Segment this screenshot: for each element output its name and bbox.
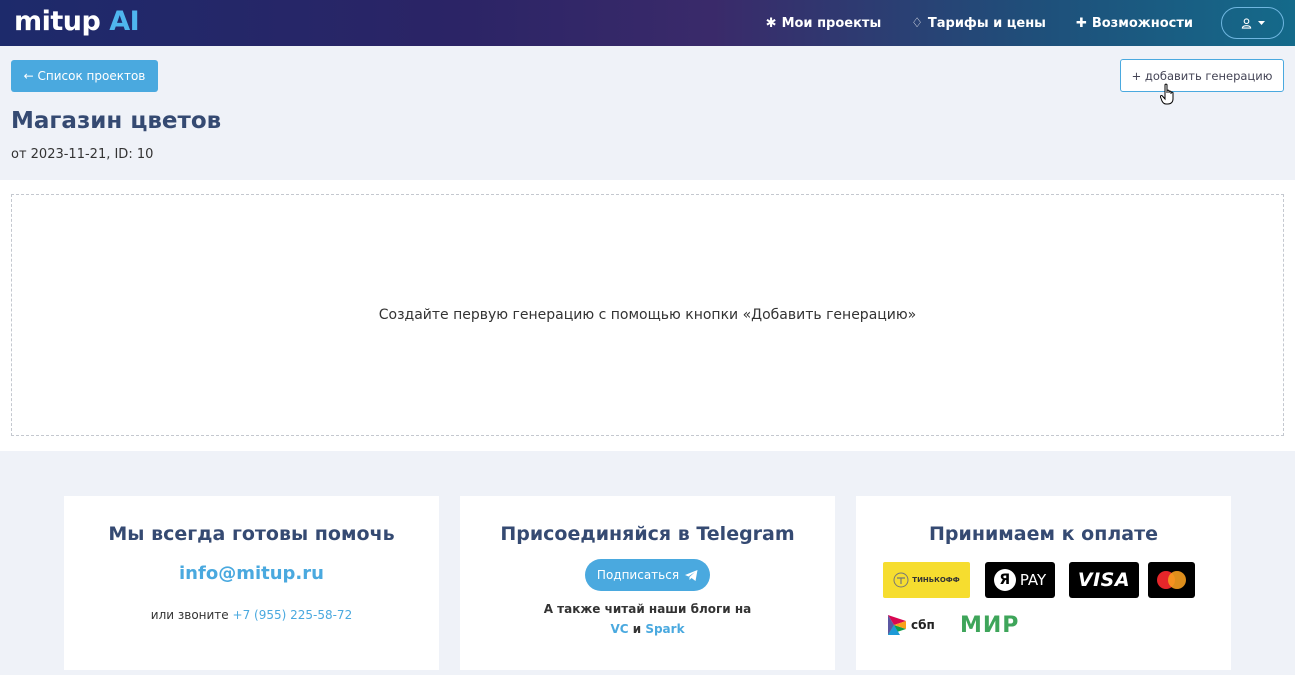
nav-features-label: Возможности <box>1091 15 1193 31</box>
user-icon <box>1241 17 1251 29</box>
subscribe-label: Подписаться <box>596 568 680 582</box>
support-email-link[interactable]: info@mitup.ru <box>64 563 439 584</box>
phone-line: или звоните +7 (955) 225-58-72 <box>64 608 439 622</box>
telegram-icon <box>685 569 698 581</box>
page-title: Магазин цветов <box>11 108 222 134</box>
blogs-prefix: А также читай наши блоги на <box>543 602 752 616</box>
blogs-text: А также читай наши блоги на VC и Spark <box>460 599 835 639</box>
tinkoff-emblem-icon <box>893 572 909 588</box>
subscribe-button[interactable]: Подписаться <box>584 559 711 591</box>
payment-card: Принимаем к оплате ТИНЬКОФФ Я PAY VISA с… <box>856 496 1231 670</box>
call-prefix: или звоните <box>150 608 229 622</box>
back-to-projects-button[interactable]: ← Список проектов <box>11 60 158 92</box>
caret-down-icon <box>1257 21 1265 25</box>
empty-state-text: Создайте первую генерацию с помощью кноп… <box>378 307 917 323</box>
logo-ai: AI <box>109 6 140 37</box>
logo[interactable]: mitup AI <box>14 6 140 37</box>
visa-logo: VISA <box>1069 562 1139 598</box>
add-generation-button[interactable]: + добавить генерацию <box>1120 59 1284 92</box>
mastercard-logo <box>1148 562 1195 598</box>
user-menu-button[interactable] <box>1221 7 1284 39</box>
phone-link[interactable]: +7 (955) 225-58-72 <box>233 608 353 622</box>
yandex-pay-label: PAY <box>1019 571 1047 589</box>
vc-link[interactable]: VC <box>610 622 628 636</box>
nav-my-projects-label: Мои проекты <box>781 15 882 31</box>
diamond-icon: ♢ <box>911 15 923 31</box>
nav-features[interactable]: ✚ Возможности <box>1076 16 1193 31</box>
spark-link[interactable]: Spark <box>645 622 684 636</box>
mastercard-orange-circle <box>1168 571 1186 589</box>
empty-generations-area: Создайте первую генерацию с помощью кноп… <box>11 194 1284 436</box>
help-card-title: Мы всегда готовы помочь <box>108 523 395 545</box>
sbp-emblem-icon <box>888 615 906 635</box>
blogs-and: и <box>632 622 642 636</box>
payment-card-title: Принимаем к оплате <box>929 523 1158 545</box>
tinkoff-logo: ТИНЬКОФФ <box>883 562 970 598</box>
nav-pricing[interactable]: ♢ Тарифы и цены <box>911 16 1046 31</box>
nav-pricing-label: Тарифы и цены <box>927 15 1046 31</box>
nav-links: ✱ Мои проекты ♢ Тарифы и цены ✚ Возможно… <box>766 0 1193 46</box>
sbp-logo: сбп <box>886 612 941 638</box>
nav-my-projects[interactable]: ✱ Мои проекты <box>766 16 882 31</box>
telegram-card: Присоединяйся в Telegram Подписаться А т… <box>460 496 835 670</box>
help-card: Мы всегда готовы помочь info@mitup.ru ил… <box>64 496 439 670</box>
asterisk-icon: ✱ <box>765 15 777 31</box>
telegram-card-title: Присоединяйся в Telegram <box>500 523 795 545</box>
top-navbar: mitup AI ✱ Мои проекты ♢ Тарифы и цены ✚… <box>0 0 1295 46</box>
plus-icon: ✚ <box>1075 15 1087 31</box>
yandex-logo-icon: Я <box>993 569 1016 591</box>
sbp-label: сбп <box>911 618 935 632</box>
project-meta: от 2023-11-21, ID: 10 <box>11 147 154 162</box>
logo-text: mitup <box>14 6 101 37</box>
mir-logo: МИР <box>960 612 1020 638</box>
tinkoff-label: ТИНЬКОФФ <box>912 576 960 584</box>
hand-cursor-icon <box>1160 83 1174 105</box>
yandex-pay-logo: Я PAY <box>985 562 1055 598</box>
